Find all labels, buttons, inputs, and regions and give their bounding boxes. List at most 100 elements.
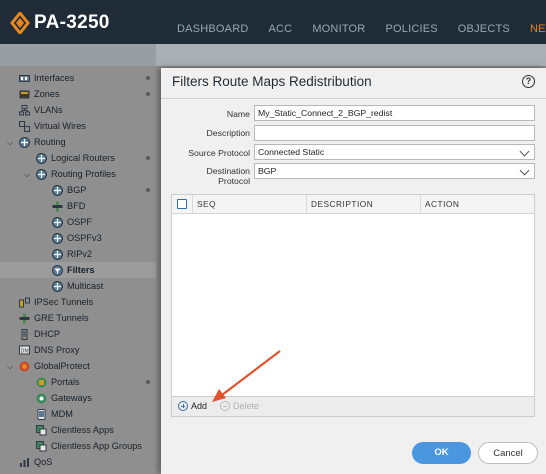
dialog-title: Filters Route Maps Redistribution: [172, 74, 372, 89]
sidebar-item-mdm[interactable]: MDM: [36, 406, 73, 422]
help-icon[interactable]: ?: [522, 75, 535, 88]
description-field[interactable]: [254, 125, 535, 141]
sidebar-item-bfd[interactable]: BFD: [52, 198, 85, 214]
app-title: PA-3250: [34, 12, 110, 33]
route-map-table: SEQ DESCRIPTION ACTION: [171, 194, 535, 417]
tunnel-icon: [19, 297, 30, 307]
sidebar-item-qos[interactable]: QoS: [19, 454, 52, 470]
sidebar-item-label: Clientless Apps: [51, 425, 114, 435]
chevron-down-icon[interactable]: ⌵: [24, 170, 32, 179]
sidebar-item-gateways[interactable]: Gateways: [36, 390, 92, 406]
route-map-dialog: Filters Route Maps Redistribution ? Name…: [161, 68, 546, 474]
router-icon: [52, 248, 63, 260]
sidebar-item-label: Gateways: [51, 393, 92, 403]
sidebar-item-dns-proxy[interactable]: DNS DNS Proxy: [19, 342, 79, 358]
sidebar-item-label: IPSec Tunnels: [34, 297, 94, 307]
paloalto-logo-icon: [10, 12, 30, 34]
sidebar-item-label: Routing: [34, 137, 66, 147]
sidebar-item-label: Interfaces: [34, 73, 75, 83]
sidebar-item-globalprotect[interactable]: GlobalProtect: [19, 358, 90, 374]
nav-monitor[interactable]: MONITOR: [302, 0, 375, 44]
delete-label: Delete: [233, 401, 260, 411]
sidebar-item-label: BGP: [67, 185, 87, 195]
sidebar-item-bgp[interactable]: BGP: [52, 182, 86, 198]
sidebar-item-label: MDM: [51, 409, 73, 419]
destination-protocol-label: Destination Protocol: [161, 166, 250, 186]
chevron-down-icon[interactable]: ⌵: [7, 138, 15, 147]
globalprotect-icon: [19, 361, 30, 371]
status-dot: [146, 380, 150, 384]
sidebar-item-logical-routers[interactable]: Logical Routers: [36, 150, 115, 166]
destination-protocol-select[interactable]: BGP: [254, 163, 535, 179]
top-bar: PA-3250 DASHBOARD ACC MONITOR POLICIES O…: [0, 0, 546, 44]
sidebar-item-label: Zones: [34, 89, 60, 99]
column-header-action[interactable]: ACTION: [420, 195, 534, 214]
sidebar-item-multicast[interactable]: Multicast: [52, 278, 103, 294]
source-protocol-select[interactable]: Connected Static: [254, 144, 535, 160]
sidebar-item-label: QoS: [34, 457, 53, 467]
sidebar-item-vlans[interactable]: VLANs: [19, 102, 63, 118]
router-icon: [52, 216, 63, 228]
sidebar-item-ospfv3[interactable]: OSPFv3: [52, 230, 102, 246]
filter-icon: [52, 264, 63, 276]
add-label: Add: [191, 401, 208, 411]
delete-button[interactable]: Delete: [220, 401, 259, 411]
table-toolbar: Add Delete: [171, 396, 535, 417]
sidebar: Interfaces Zones VLANs Virtual Wires ⌵ R…: [0, 66, 156, 474]
sidebar-item-routing-profiles[interactable]: Routing Profiles: [36, 166, 116, 182]
plus-circle-icon: [178, 401, 188, 411]
destination-protocol-label-line1: Destination: [206, 166, 250, 176]
nav-dashboard[interactable]: DASHBOARD: [167, 0, 258, 44]
sidebar-item-clientless-apps[interactable]: Clientless Apps: [36, 422, 114, 438]
sidebar-item-label: Portals: [51, 377, 80, 387]
vlans-icon: [19, 104, 30, 115]
sidebar-item-filters[interactable]: Filters: [0, 262, 156, 278]
nav-network[interactable]: NETW: [520, 0, 546, 44]
sidebar-item-portals[interactable]: Portals: [36, 374, 80, 390]
sidebar-item-label: DNS Proxy: [34, 345, 80, 355]
status-dot: [146, 188, 150, 192]
app-logo: PA-3250: [10, 12, 110, 34]
sidebar-item-gre-tunnels[interactable]: GRE Tunnels: [19, 310, 89, 326]
column-header-description[interactable]: DESCRIPTION: [306, 195, 421, 214]
sidebar-item-zones[interactable]: Zones: [19, 86, 60, 102]
sidebar-item-interfaces[interactable]: Interfaces: [19, 70, 74, 86]
dhcp-icon: [21, 328, 28, 340]
description-label: Description: [206, 128, 250, 138]
nav-acc[interactable]: ACC: [258, 0, 302, 44]
select-all-checkbox[interactable]: [177, 199, 187, 209]
column-header-seq[interactable]: SEQ: [192, 195, 307, 214]
sidebar-item-ipsec-tunnels[interactable]: IPSec Tunnels: [19, 294, 93, 310]
sidebar-item-label: Clientless App Groups: [51, 441, 142, 451]
sidebar-item-label: GRE Tunnels: [34, 313, 89, 323]
chevron-down-icon[interactable]: ⌵: [7, 362, 15, 371]
sidebar-item-label: OSPFv3: [67, 233, 102, 243]
add-button[interactable]: Add: [178, 401, 207, 411]
minus-circle-icon: [220, 401, 230, 411]
name-field[interactable]: My_Static_Connect_2_BGP_redist: [254, 105, 535, 121]
sidebar-item-label: Logical Routers: [51, 153, 115, 163]
sidebar-item-clientless-app-groups[interactable]: Clientless App Groups: [36, 438, 142, 454]
sidebar-item-dhcp[interactable]: DHCP: [19, 326, 60, 342]
mdm-icon: [37, 408, 46, 420]
ok-button[interactable]: OK: [412, 442, 471, 464]
status-dot: [146, 92, 150, 96]
nav-objects[interactable]: OBJECTS: [448, 0, 520, 44]
status-dot: [146, 76, 150, 80]
svg-text:DNS: DNS: [21, 348, 31, 354]
virtual-wires-icon: [19, 120, 30, 132]
sidebar-item-virtual-wires[interactable]: Virtual Wires: [19, 118, 86, 134]
name-label: Name: [226, 109, 250, 119]
sidebar-item-label: RIPv2: [67, 249, 93, 259]
routing-icon: [19, 136, 30, 148]
sidebar-item-ospf[interactable]: OSPF: [52, 214, 92, 230]
cancel-button[interactable]: Cancel: [478, 442, 538, 464]
sidebar-item-label: DHCP: [34, 329, 61, 339]
sidebar-item-ripv2[interactable]: RIPv2: [52, 246, 92, 262]
gre-icon: [19, 313, 30, 323]
sidebar-item-label: BFD: [67, 201, 86, 211]
router-icon: [52, 184, 63, 196]
sidebar-item-routing[interactable]: Routing: [19, 134, 66, 150]
nav-policies[interactable]: POLICIES: [375, 0, 447, 44]
clientless-icon: [36, 424, 47, 435]
